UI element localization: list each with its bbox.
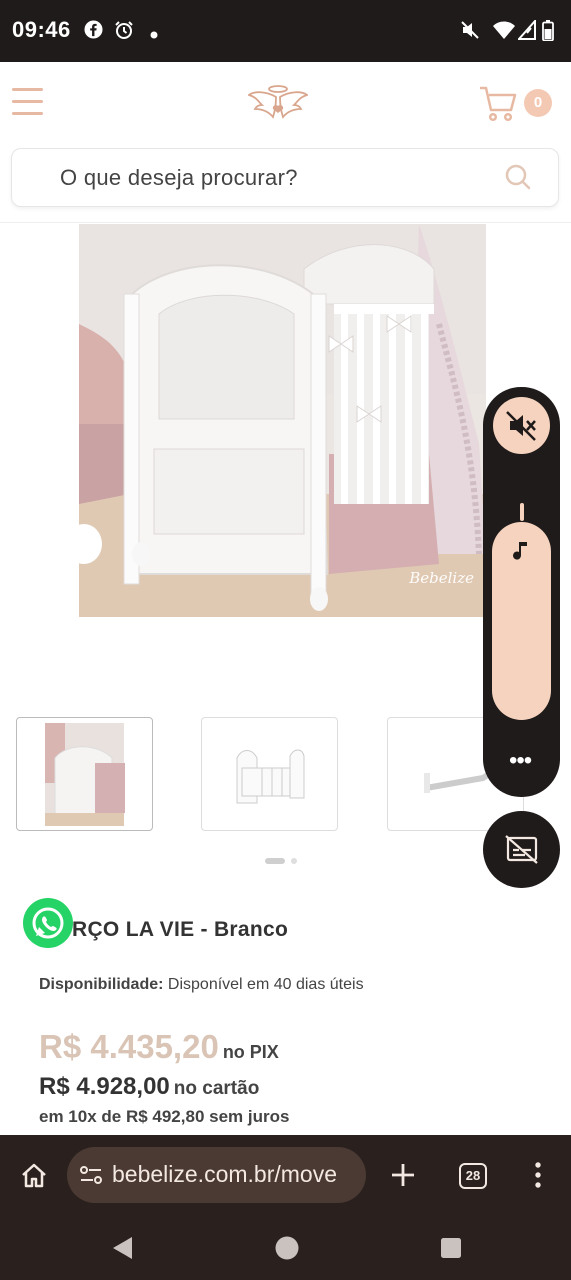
volume-slider[interactable]	[492, 522, 551, 720]
home-icon[interactable]	[20, 1162, 48, 1195]
availability: Disponibilidade: Disponível em 40 dias ú…	[39, 976, 364, 994]
more-vert-icon[interactable]	[533, 1161, 543, 1194]
tabs-icon[interactable]: 28	[459, 1163, 487, 1189]
thumbnail-2[interactable]	[201, 717, 338, 831]
search-input[interactable]: O que deseja procurar?	[60, 165, 298, 191]
facebook-icon	[84, 20, 103, 44]
mute-icon	[460, 20, 480, 45]
recents-icon[interactable]	[440, 1237, 462, 1264]
price-pix-suffix: no PIX	[222, 1042, 279, 1062]
image-watermark: Bebelize	[409, 569, 474, 587]
product-main-image[interactable]: Bebelize	[79, 224, 486, 617]
back-icon[interactable]	[110, 1235, 134, 1266]
new-tab-icon[interactable]	[389, 1161, 417, 1194]
signal-icon	[516, 18, 536, 45]
volume-mute-icon[interactable]	[493, 397, 550, 454]
availability-value: Disponível em 40 dias úteis	[167, 976, 364, 993]
cart-count-badge[interactable]: 0	[524, 89, 552, 117]
thumbnail-1[interactable]	[16, 717, 153, 831]
search-icon[interactable]	[504, 163, 532, 196]
browser-toolbar: bebelize.com.br/move 28	[0, 1135, 571, 1215]
installments-text: em 10x de R$ 492,80 sem juros	[39, 1107, 290, 1126]
price-card: R$ 4.928,00	[39, 1073, 170, 1100]
whatsapp-icon[interactable]	[23, 898, 73, 948]
angel-wings-logo[interactable]	[247, 83, 309, 130]
dot[interactable]	[291, 857, 297, 864]
status-bar: 09:46	[0, 0, 571, 62]
availability-label: Disponibilidade:	[39, 976, 164, 993]
search-bar[interactable]: O que deseja procurar?	[11, 148, 559, 207]
price-pix: R$ 4.435,20	[39, 1028, 219, 1065]
battery-icon	[542, 20, 554, 46]
music-note-icon	[511, 539, 533, 568]
product-title: RÇO LA VIE - Branco	[72, 918, 289, 941]
url-text[interactable]: bebelize.com.br/move	[112, 1161, 337, 1188]
system-nav-bar	[0, 1215, 571, 1280]
site-info-icon[interactable]	[79, 1164, 103, 1191]
price-card-suffix: no cartão	[173, 1078, 260, 1099]
dot-icon	[150, 26, 158, 44]
alarm-icon	[114, 20, 134, 45]
carousel-dots	[265, 852, 303, 870]
price-card-row: R$ 4.928,00 no cartão	[39, 1073, 259, 1101]
dot-active[interactable]	[265, 857, 285, 864]
home-circle-icon[interactable]	[274, 1235, 300, 1266]
hamburger-icon[interactable]	[12, 88, 43, 124]
price-pix-row: R$ 4.435,20 no PIX	[39, 1028, 279, 1066]
status-time: 09:46	[12, 17, 71, 42]
volume-panel: •••	[483, 387, 560, 797]
captions-off-icon[interactable]	[483, 811, 560, 888]
cart-icon[interactable]	[478, 84, 518, 127]
volume-more-button[interactable]: •••	[509, 747, 532, 775]
wifi-icon	[493, 20, 515, 45]
volume-slider-tick	[520, 503, 524, 521]
url-bar[interactable]: bebelize.com.br/move	[67, 1147, 366, 1203]
